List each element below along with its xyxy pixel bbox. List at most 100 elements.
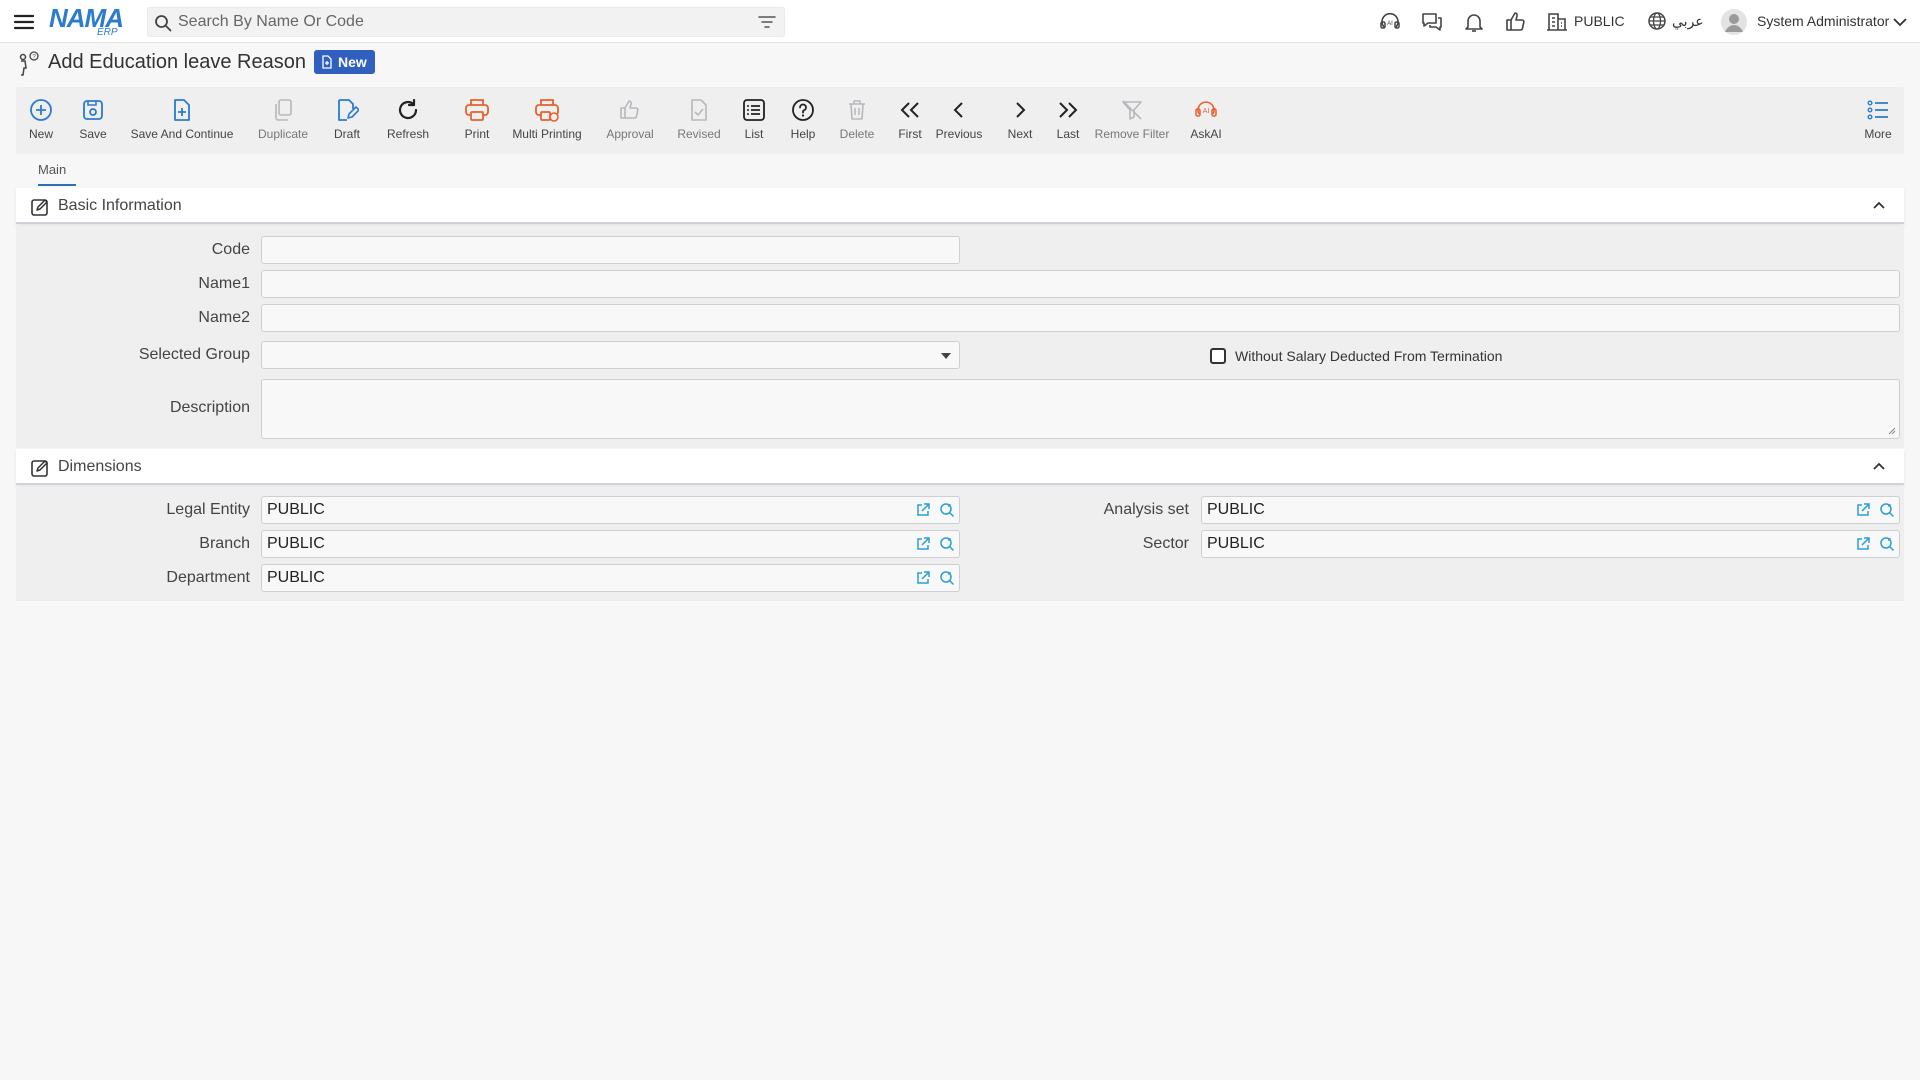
remove-filter-button[interactable]: Remove Filter <box>1092 87 1172 154</box>
chevron-right-icon <box>1016 102 1026 118</box>
section-title: Basic Information <box>58 197 182 214</box>
search-input[interactable] <box>178 10 738 34</box>
open-link-icon[interactable] <box>915 502 931 518</box>
filter-icon[interactable] <box>758 15 776 31</box>
top-bar: NAMA ERP AI PUBLIC عربي System Administr… <box>0 0 1920 43</box>
search-refresh-icon[interactable] <box>939 570 955 586</box>
search-refresh-icon[interactable] <box>939 502 955 518</box>
multi-printing-button[interactable]: Multi Printing <box>510 87 584 154</box>
selected-group-dropdown[interactable] <box>261 341 960 369</box>
ai-headset-icon: AI <box>1195 101 1217 117</box>
search-refresh-icon[interactable] <box>1879 536 1895 552</box>
name1-field[interactable] <box>261 270 1900 298</box>
new-button[interactable]: New <box>26 87 56 154</box>
user-name[interactable]: System Administrator <box>1757 13 1889 29</box>
draft-button[interactable]: Draft <box>332 87 362 154</box>
filter-off-icon <box>1122 100 1142 120</box>
company-building-icon[interactable] <box>1546 10 1570 34</box>
company-name[interactable]: PUBLIC <box>1574 13 1625 29</box>
svg-text:AI: AI <box>1203 108 1210 115</box>
search-refresh-icon[interactable] <box>939 536 955 552</box>
chevron-down-icon[interactable] <box>1892 14 1908 30</box>
sector-value: PUBLIC <box>1207 535 1265 552</box>
copy-icon <box>275 99 292 121</box>
branch-field[interactable]: PUBLIC <box>261 530 960 558</box>
legal-entity-field[interactable]: PUBLIC <box>261 496 960 524</box>
help-button[interactable]: Help <box>781 87 825 154</box>
save-and-continue-button[interactable]: Save And Continue <box>129 87 235 154</box>
search-icon <box>155 15 172 32</box>
approval-button[interactable]: Approval <box>589 87 671 154</box>
save-button[interactable]: Save <box>78 87 108 154</box>
ai-assistant-icon[interactable]: AI <box>1378 10 1402 34</box>
duplicate-button[interactable]: Duplicate <box>257 87 309 154</box>
document-check-icon <box>691 99 707 121</box>
analysis-set-field[interactable]: PUBLIC <box>1201 496 1900 524</box>
sector-field[interactable]: PUBLIC <box>1201 530 1900 558</box>
action-toolbar: New Save Save And Continue Duplicate Dra… <box>16 87 1904 154</box>
revised-button[interactable]: Revised <box>667 87 731 154</box>
legal-entity-value: PUBLIC <box>267 501 325 518</box>
open-link-icon[interactable] <box>915 570 931 586</box>
global-search <box>147 7 785 37</box>
open-link-icon[interactable] <box>1855 536 1871 552</box>
hamburger-menu-icon[interactable] <box>12 10 36 34</box>
resize-handle-icon[interactable] <box>1888 427 1896 435</box>
name1-input[interactable] <box>262 271 1899 297</box>
more-button[interactable]: More <box>1860 87 1896 154</box>
dropdown-arrow-icon[interactable] <box>941 353 951 359</box>
selected-group-label: Selected Group <box>138 346 250 363</box>
delete-button[interactable]: Delete <box>834 87 880 154</box>
department-value: PUBLIC <box>267 569 325 586</box>
branch-label: Branch <box>199 535 250 552</box>
description-field[interactable] <box>261 379 1900 439</box>
section-title: Dimensions <box>58 458 142 475</box>
thumbs-up-icon[interactable] <box>1504 10 1528 34</box>
trash-icon <box>849 100 865 120</box>
dimensions-header[interactable]: Dimensions <box>16 449 1904 485</box>
notification-bell-icon[interactable] <box>1462 10 1486 34</box>
list-button[interactable]: List <box>728 87 780 154</box>
basic-information-header[interactable]: Basic Information <box>16 188 1904 224</box>
name2-field[interactable] <box>261 304 1900 332</box>
code-label: Code <box>211 241 250 258</box>
print-button[interactable]: Print <box>446 87 508 154</box>
chevron-left-icon <box>953 102 963 118</box>
open-link-icon[interactable] <box>1855 502 1871 518</box>
code-input[interactable] <box>262 237 959 263</box>
active-tab-indicator <box>38 184 76 186</box>
analysis-set-value: PUBLIC <box>1207 501 1265 518</box>
language-switch[interactable]: عربي <box>1672 13 1704 30</box>
list-icon <box>743 99 765 121</box>
branch-value: PUBLIC <box>267 535 325 552</box>
name2-label: Name2 <box>198 309 250 326</box>
askai-button[interactable]: AI AskAI <box>1186 87 1226 154</box>
chevron-up-icon[interactable] <box>1872 200 1886 210</box>
name2-input[interactable] <box>262 305 1899 331</box>
sector-label: Sector <box>1142 535 1189 552</box>
double-chevron-left-icon <box>900 102 919 118</box>
open-link-icon[interactable] <box>915 536 931 552</box>
without-salary-label[interactable]: Without Salary Deducted From Termination <box>1235 348 1502 364</box>
description-label: Description <box>169 399 250 416</box>
description-textarea[interactable] <box>262 380 1899 438</box>
last-button[interactable]: Last <box>1046 87 1090 154</box>
previous-button[interactable]: Previous <box>927 87 991 154</box>
page-title: Add Education leave Reason <box>48 51 306 73</box>
language-globe-icon[interactable] <box>1646 10 1670 34</box>
department-field[interactable]: PUBLIC <box>261 564 960 592</box>
next-button[interactable]: Next <box>998 87 1042 154</box>
double-chevron-right-icon <box>1059 102 1078 118</box>
search-refresh-icon[interactable] <box>1879 502 1895 518</box>
svg-text:AI: AI <box>1387 21 1393 27</box>
refresh-button[interactable]: Refresh <box>381 87 435 154</box>
code-field[interactable] <box>261 236 960 264</box>
chat-icon[interactable] <box>1420 10 1444 34</box>
chevron-up-icon[interactable] <box>1872 461 1886 471</box>
avatar[interactable] <box>1720 8 1748 36</box>
thumbs-up-icon <box>620 100 639 119</box>
edit-document-icon <box>338 99 359 121</box>
without-salary-checkbox[interactable] <box>1210 348 1226 364</box>
tab-main[interactable]: Main <box>38 162 66 177</box>
nama-erp-logo[interactable]: NAMA ERP <box>49 5 124 38</box>
